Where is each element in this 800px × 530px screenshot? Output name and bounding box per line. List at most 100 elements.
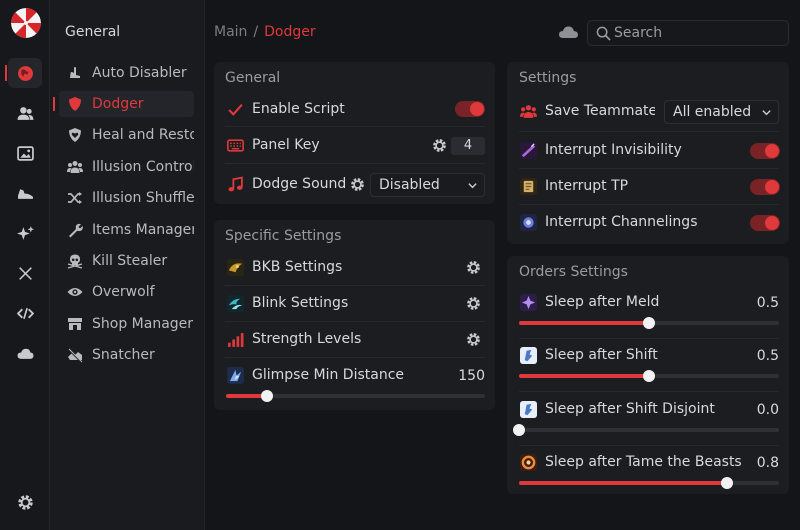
eye-icon [66,283,84,301]
code-icon [16,307,34,319]
interrupt-tp-toggle[interactable] [750,179,780,195]
sidebar: General Auto Disabler Dodger Heal and Re… [50,0,205,530]
signal-bars-icon [226,330,244,348]
order-row: Sleep after Tame the Beasts [519,453,742,471]
order-row: Sleep after Shift Disjoint [519,400,715,418]
order-label: Sleep after Meld [545,294,660,310]
divider [519,338,779,339]
rail-cloud-button[interactable] [8,338,42,368]
breadcrumb-root[interactable]: Main [214,24,247,40]
search-icon [596,26,611,41]
blink-gear-icon[interactable] [466,296,481,311]
sidebar-title: General [65,24,121,40]
hand-grab-icon [66,346,84,364]
shield-icon [66,95,84,113]
dodge-sound-dropdown[interactable]: Disabled [370,173,485,197]
divider [225,126,485,127]
rail-sparkle-button[interactable] [8,218,42,248]
dodge-sound-gear-icon[interactable] [350,177,365,192]
channeling-ability-icon [519,213,537,231]
order-value: 0.5 [756,295,779,311]
teammates-icon [519,102,537,120]
breadcrumb-current: Dodger [264,24,316,40]
search-box[interactable] [587,20,789,46]
sidebar-item-shop-manager[interactable]: Shop Manager [59,311,194,337]
panel-key-gear-icon[interactable] [432,138,447,153]
skull-icon [66,252,84,270]
interrupt-invisibility-toggle[interactable] [750,143,780,159]
order-value: 0.0 [756,402,779,418]
bkb-item-icon [226,258,244,276]
strength-levels-label: Strength Levels [252,331,362,347]
sidebar-item-dodger[interactable]: Dodger [59,91,194,117]
slider-fill [519,321,649,325]
panel-key-value[interactable]: 4 [451,137,485,155]
users-icon [17,106,33,120]
sidebar-item-items-manager[interactable]: Items Manager [59,217,194,243]
sidebar-item-kill-stealer[interactable]: Kill Stealer [59,248,194,274]
sleep-after-shift-disjoint-slider[interactable] [513,424,779,436]
rail-settings-button[interactable] [8,487,42,517]
enable-script-toggle[interactable] [455,101,485,117]
dodge-sound-row: Dodge Sound [226,175,346,193]
interrupt-channelings-row: Interrupt Channelings [519,213,698,231]
sidebar-item-overwolf[interactable]: Overwolf [59,279,194,305]
breadcrumb-separator: / [253,24,259,40]
search-input[interactable] [614,23,784,43]
sidebar-item-heal-and-restore[interactable]: Heal and Restore [59,122,194,148]
rail-tools-button[interactable] [8,258,42,288]
panel-key-label: Panel Key [252,137,320,153]
panel-key-row: Panel Key [226,136,320,154]
sidebar-item-auto-disabler[interactable]: Auto Disabler [59,60,194,86]
sidebar-item-snatcher[interactable]: Snatcher [59,342,194,368]
divider [519,168,779,169]
bkb-gear-icon[interactable] [466,260,481,275]
tame-beasts-ability-icon [519,453,537,471]
icon-rail [0,0,50,530]
sidebar-item-illusion-shuffler[interactable]: Illusion Shuffler [59,185,194,211]
divider [225,357,485,358]
slider-knob[interactable] [513,424,525,436]
cloud-sync-icon[interactable] [558,23,580,41]
meld-ability-icon [519,293,537,311]
interrupt-channelings-toggle[interactable] [750,215,780,231]
blink-settings-row: Blink Settings [226,294,348,312]
rail-code-button[interactable] [8,298,42,328]
rail-users-button[interactable] [8,98,42,128]
sleep-after-meld-slider[interactable] [519,317,779,329]
interrupt-channelings-label: Interrupt Channelings [545,214,698,230]
sidebar-item-illusion-controller[interactable]: Illusion Controller [59,154,194,180]
sidebar-active-indicator [53,97,55,111]
glimpse-slider[interactable] [226,390,485,402]
enable-script-row: Enable Script [226,100,345,118]
strength-levels-row: Strength Levels [226,330,361,348]
shop-icon [66,315,84,333]
rail-shoe-button[interactable] [8,178,42,208]
slider-knob[interactable] [643,370,655,382]
save-teammates-dropdown[interactable]: All enabled [664,100,779,124]
chevron-down-icon [468,183,477,189]
divider [225,285,485,286]
rail-image-button[interactable] [8,138,42,168]
order-row: Sleep after Shift [519,346,658,364]
slider-knob[interactable] [643,317,655,329]
cloud-icon [17,348,33,359]
divider [225,321,485,322]
sleep-after-shift-slider[interactable] [519,370,779,382]
tools-icon [18,266,32,280]
glimpse-row: Glimpse Min Distance [226,366,404,384]
chevron-down-icon [762,110,771,116]
dodge-sound-label: Dodge Sound [252,176,347,192]
save-teammates-label: Save Teammates [545,103,655,119]
interrupt-invisibility-label: Interrupt Invisibility [545,142,682,158]
bkb-settings-row: BKB Settings [226,258,342,276]
checkmark-icon [226,100,244,118]
invisibility-item-icon [519,141,537,159]
blink-item-icon [226,294,244,312]
strength-gear-icon[interactable] [466,332,481,347]
rail-globe-button[interactable] [8,58,42,88]
hand-icon [66,64,84,82]
settings-panel-title: Settings [519,70,577,86]
sleep-after-tame-the-beasts-slider[interactable] [519,477,779,489]
slider-knob[interactable] [721,477,733,489]
